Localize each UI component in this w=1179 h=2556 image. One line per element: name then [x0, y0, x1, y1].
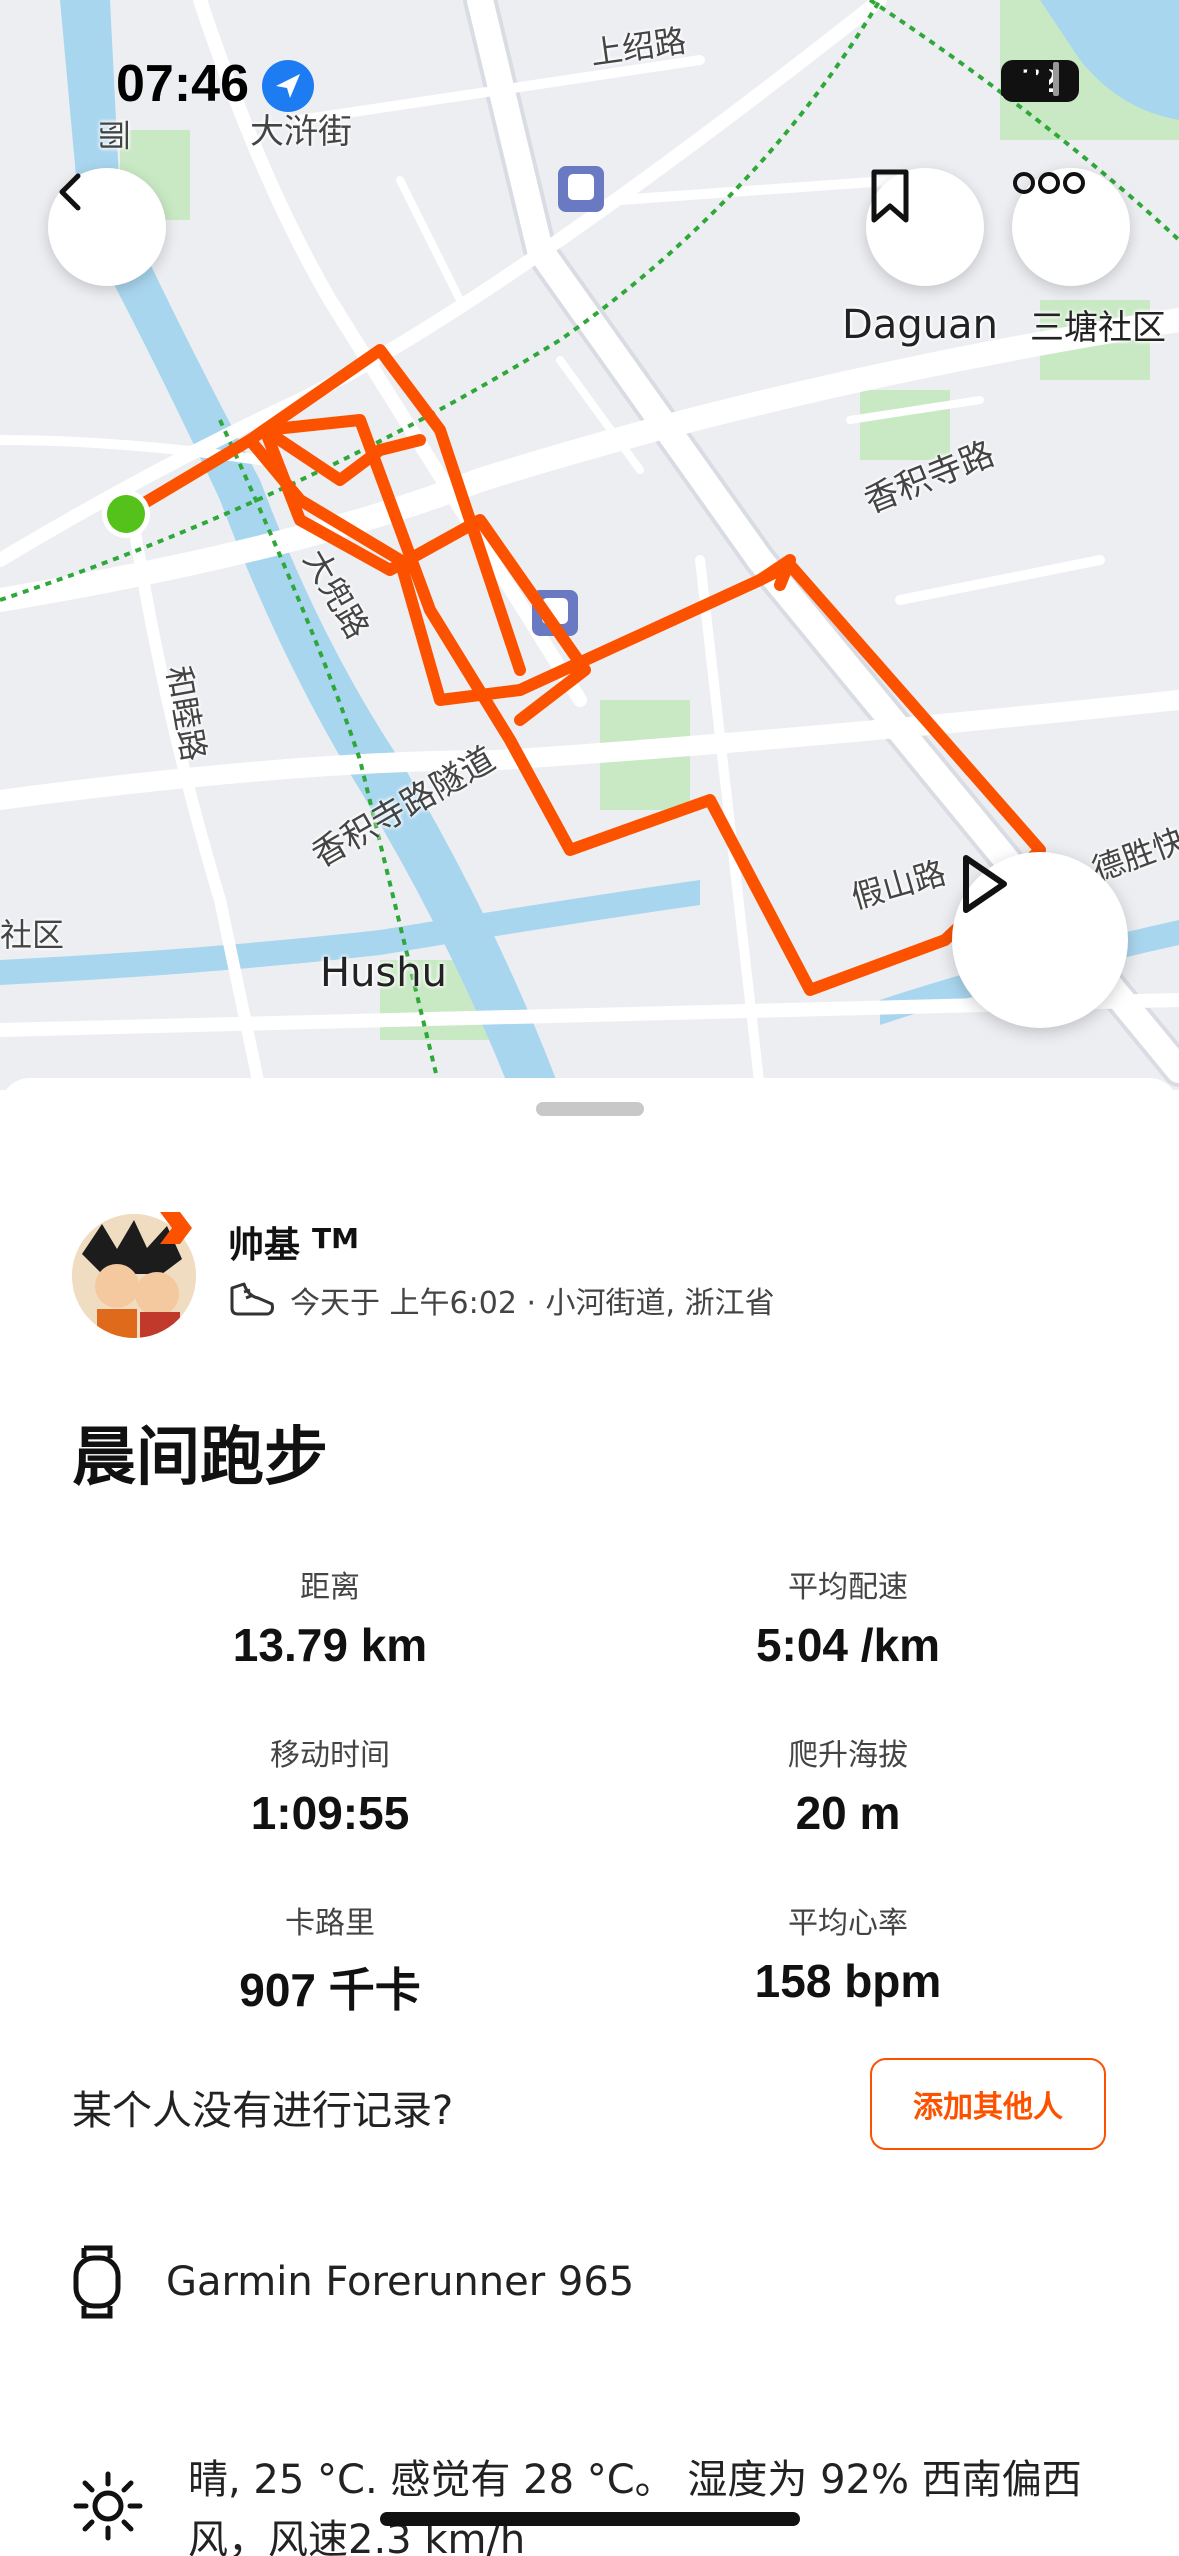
stat-value: 20 m: [795, 1787, 901, 1839]
bookmark-icon: [871, 169, 909, 223]
route-map[interactable]: 大浒街 上绍路 丽 Daguan 三塘社区 香积寺路 大兜路 和睦路 香积寺路隧…: [0, 0, 1179, 1090]
activity-detail-sheet: 帅基 TM 今天于 上午6:02 · 小河街道, 浙江省 晨间跑步 距离 13.…: [0, 1078, 1179, 2556]
stat-label: 移动时间: [270, 1738, 390, 1773]
stat-label: 平均心率: [788, 1906, 908, 1941]
stat-value: 1:09:55: [250, 1787, 410, 1839]
athlete-name-suffix: TM: [312, 1222, 359, 1255]
weather-description: 晴, 25 °C. 感觉有 28 °C。 湿度为 92% 西南偏西 风，风速2.…: [188, 2457, 1082, 2556]
more-button[interactable]: [1012, 168, 1130, 286]
bookmark-button[interactable]: [866, 168, 984, 286]
status-icons: 72: [1001, 60, 1079, 102]
stat-avg-pace: 平均配速 5:04 /km: [638, 1562, 1058, 1672]
stat-label: 距离: [300, 1570, 360, 1605]
back-button[interactable]: [48, 168, 166, 286]
stat-avg-heart-rate: 平均心率 158 bpm: [638, 1898, 1058, 2008]
map-label: 社区: [0, 916, 65, 954]
missing-participant-prompt: 某个人没有进行记录?: [72, 2088, 454, 2134]
stat-value: 5:04 /km: [755, 1619, 941, 1671]
stat-label: 卡路里: [285, 1906, 375, 1941]
stat-value: 13.79 km: [232, 1619, 428, 1671]
sun-icon: [73, 2471, 143, 2541]
stat-calories: 卡路里 907 千卡: [120, 1898, 540, 2020]
device-row[interactable]: Garmin Forerunner 965: [72, 2244, 634, 2320]
location-arrow-icon: [262, 60, 314, 112]
map-label: 丽: [95, 118, 134, 152]
stat-value: 158 bpm: [754, 1955, 942, 2007]
stat-elevation-gain: 爬升海拔 20 m: [638, 1730, 1058, 1840]
device-name: Garmin Forerunner 965: [166, 2259, 635, 2305]
map-label: 三塘社区: [1030, 308, 1166, 348]
sheet-drag-handle[interactable]: [536, 1102, 644, 1116]
wifi-icon: [1002, 61, 1052, 98]
status-time: 07:46: [116, 55, 249, 113]
stat-value: 907 千卡: [239, 1964, 421, 2016]
shoe-icon: [230, 1282, 274, 1316]
subscriber-badge-icon: [160, 1212, 192, 1244]
metro-icon: [558, 166, 604, 212]
map-label: Hushu: [320, 950, 447, 996]
stat-distance: 距离 13.79 km: [120, 1562, 540, 1672]
stat-moving-time: 移动时间 1:09:55: [120, 1730, 540, 1840]
map-label: Daguan: [842, 302, 998, 348]
home-indicator[interactable]: [380, 2512, 800, 2526]
stat-label: 平均配速: [788, 1570, 908, 1605]
chevron-left-icon: [59, 173, 81, 211]
weather-row: 晴, 25 °C. 感觉有 28 °C。 湿度为 92% 西南偏西 风，风速2.…: [72, 2450, 1088, 2556]
activity-time-location: 今天于 上午6:02 · 小河街道, 浙江省: [290, 1286, 775, 1321]
activity-meta: 今天于 上午6:02 · 小河街道, 浙江省: [228, 1278, 775, 1322]
play-flyover-button[interactable]: [952, 852, 1128, 1028]
stat-label: 爬升海拔: [788, 1738, 908, 1773]
athlete-name[interactable]: 帅基: [228, 1216, 300, 1268]
add-others-button[interactable]: 添加其他人: [870, 2058, 1106, 2150]
activity-title: 晨间跑步: [72, 1421, 328, 1495]
more-dots-icon: [1013, 172, 1085, 194]
watch-icon: [73, 2245, 121, 2319]
play-icon: [963, 855, 1007, 913]
